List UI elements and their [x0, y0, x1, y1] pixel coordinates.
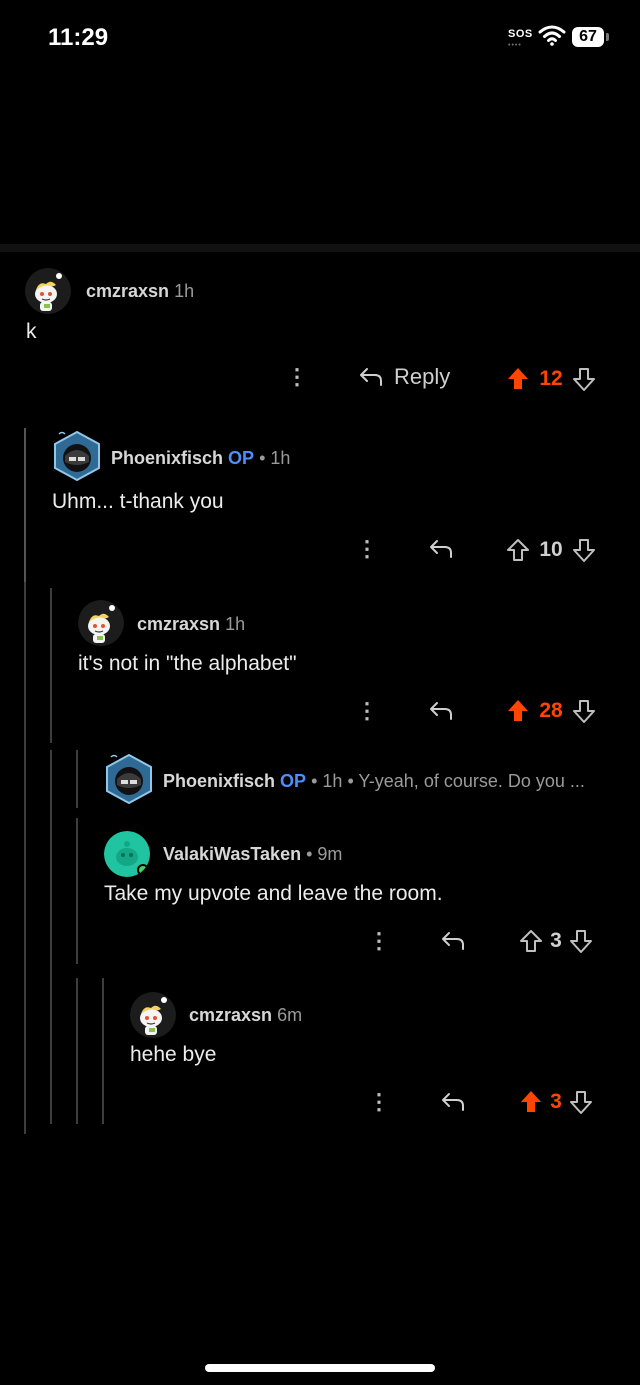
upvote-arrow-icon[interactable] [506, 366, 530, 392]
reply-arrow-icon [360, 368, 382, 386]
comment-meta: cmzraxsn 1h [137, 614, 245, 635]
vote-controls: 12 [506, 366, 596, 392]
avatar[interactable] [103, 753, 155, 805]
upvote-arrow-icon[interactable] [519, 928, 543, 954]
timestamp: 1h [322, 771, 343, 791]
thread-line[interactable] [76, 818, 78, 964]
reply-arrow-icon [442, 932, 464, 950]
vote-score: 10 [539, 538, 563, 561]
vote-controls: 3 [519, 1089, 593, 1115]
downvote-arrow-icon[interactable] [569, 1089, 593, 1115]
more-options-button[interactable]: ⋮ [356, 698, 378, 723]
vote-score: 28 [539, 699, 563, 722]
downvote-arrow-icon[interactable] [572, 537, 596, 563]
more-vertical-icon: ⋮ [368, 1089, 390, 1114]
thread-line[interactable] [50, 750, 52, 1124]
timestamp: 1h [225, 614, 246, 634]
thread-line-active[interactable] [24, 428, 26, 582]
wifi-icon [538, 25, 566, 46]
vote-controls: 10 [506, 537, 596, 563]
thread-line[interactable] [76, 750, 78, 808]
username[interactable]: ValakiWasTaken [163, 844, 301, 864]
timestamp: 1h [174, 281, 195, 301]
more-vertical-icon: ⋮ [368, 928, 390, 953]
reply-button[interactable] [428, 700, 454, 722]
more-vertical-icon: ⋮ [286, 364, 308, 389]
collapsed-preview[interactable]: • Y-yeah, of course. Do you ... [347, 771, 584, 791]
vote-controls: 28 [506, 698, 596, 724]
timestamp: 1h [270, 448, 291, 468]
username[interactable]: cmzraxsn [86, 281, 169, 301]
upvote-arrow-icon[interactable] [506, 698, 530, 724]
more-options-button[interactable]: ⋮ [368, 928, 390, 953]
more-vertical-icon: ⋮ [356, 698, 378, 723]
vote-score: 3 [550, 929, 562, 952]
signal-dots: •••• [508, 42, 522, 49]
username[interactable]: Phoenixfisch [163, 771, 275, 791]
timestamp: 6m [277, 1005, 303, 1025]
reply-button[interactable] [440, 930, 466, 952]
upvote-arrow-icon[interactable] [506, 537, 530, 563]
reply-label: Reply [394, 364, 451, 389]
comment-body: Uhm... t-thank you [52, 490, 224, 513]
more-options-button[interactable]: ⋮ [368, 1089, 390, 1114]
comment-body: hehe bye [130, 1043, 217, 1066]
avatar[interactable] [25, 268, 71, 314]
comment-body: it's not in "the alphabet" [78, 652, 297, 675]
vote-score: 3 [550, 1090, 562, 1113]
sos-indicator: SOS [508, 28, 533, 40]
vote-score: 12 [539, 367, 563, 390]
downvote-arrow-icon[interactable] [572, 366, 596, 392]
more-vertical-icon: ⋮ [356, 536, 378, 561]
comment-meta: Phoenixfisch OP • 1h [111, 448, 290, 469]
comment-body: Take my upvote and leave the room. [104, 882, 443, 905]
op-badge: OP [280, 771, 307, 791]
status-time: 11:29 [48, 24, 109, 51]
timestamp: 9m [317, 844, 343, 864]
downvote-arrow-icon[interactable] [572, 698, 596, 724]
battery-tip [606, 33, 609, 41]
thread-line[interactable] [50, 588, 52, 743]
downvote-arrow-icon[interactable] [569, 928, 593, 954]
avatar[interactable] [78, 600, 124, 646]
reply-button[interactable] [428, 538, 454, 560]
vote-controls: 3 [519, 928, 593, 954]
reply-button[interactable] [440, 1091, 466, 1113]
comment-meta: cmzraxsn 6m [189, 1005, 302, 1026]
home-indicator[interactable] [205, 1364, 435, 1372]
op-badge: OP [228, 448, 255, 468]
username[interactable]: Phoenixfisch [111, 448, 223, 468]
comment-body: k [26, 320, 37, 343]
username[interactable]: cmzraxsn [189, 1005, 272, 1025]
username[interactable]: cmzraxsn [137, 614, 220, 634]
reply-arrow-icon [430, 540, 452, 558]
battery-indicator: 67 [572, 27, 604, 47]
comment-meta[interactable]: Phoenixfisch OP • 1h • Y-yeah, of course… [163, 771, 585, 792]
meta-separator: • [259, 448, 266, 468]
meta-separator: • [306, 844, 313, 864]
section-divider [0, 244, 640, 252]
reply-button[interactable]: Reply [358, 364, 450, 390]
more-options-button[interactable]: ⋮ [286, 364, 308, 389]
avatar[interactable] [51, 430, 103, 482]
thread-line[interactable] [76, 978, 78, 1124]
reply-arrow-icon [442, 1093, 464, 1111]
comment-meta: cmzraxsn 1h [86, 281, 194, 302]
avatar[interactable] [104, 831, 150, 877]
avatar[interactable] [130, 992, 176, 1038]
more-options-button[interactable]: ⋮ [356, 536, 378, 561]
comment-meta: ValakiWasTaken • 9m [163, 844, 342, 865]
thread-line[interactable] [102, 978, 104, 1124]
reply-arrow-icon [430, 702, 452, 720]
meta-separator: • [311, 771, 318, 791]
upvote-arrow-icon[interactable] [519, 1089, 543, 1115]
